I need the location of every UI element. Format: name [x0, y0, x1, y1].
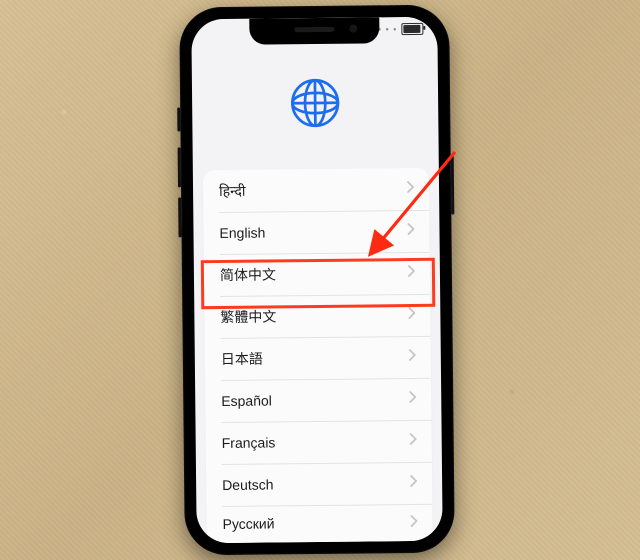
- mute-switch[interactable]: [177, 107, 180, 131]
- language-row-8[interactable]: Русский: [206, 504, 432, 543]
- language-label: हिन्दी: [219, 181, 246, 200]
- chevron-right-icon: [410, 474, 418, 492]
- language-list: हिन्दी English 简体中文繁體中文日本語 Español Français D…: [203, 168, 433, 543]
- language-label: Русский: [222, 515, 274, 532]
- language-label: English: [219, 225, 265, 241]
- language-row-2[interactable]: 简体中文: [204, 252, 430, 296]
- phone-screen: • • • • हिन्दीEnglish简体中文繁體中文日本語EspañolF…: [191, 17, 442, 544]
- language-label: Español: [221, 392, 272, 409]
- language-row-6[interactable]: Français: [205, 420, 431, 464]
- notch: [249, 17, 379, 44]
- canvas-background: • • • • हिन्दीEnglish简体中文繁體中文日本語EspañolF…: [0, 0, 640, 560]
- language-row-7[interactable]: Deutsch: [206, 462, 432, 506]
- language-label: 繁體中文: [220, 306, 276, 327]
- phone-body: • • • • हिन्दीEnglish简体中文繁體中文日本語EspañolF…: [179, 5, 455, 556]
- language-label: 日本語: [221, 349, 263, 369]
- chevron-right-icon: [410, 432, 418, 450]
- language-row-3[interactable]: 繁體中文: [204, 294, 430, 338]
- language-label: Français: [222, 434, 276, 451]
- front-camera: [349, 25, 357, 33]
- volume-down-button[interactable]: [178, 197, 181, 237]
- language-row-0[interactable]: हिन्दी: [203, 168, 429, 212]
- chevron-right-icon: [410, 514, 418, 532]
- language-row-4[interactable]: 日本語: [205, 336, 431, 380]
- language-label: Deutsch: [222, 476, 274, 493]
- globe-icon: [192, 75, 439, 137]
- language-row-5[interactable]: Español: [205, 378, 431, 422]
- chevron-right-icon: [408, 306, 416, 324]
- volume-up-button[interactable]: [178, 147, 181, 187]
- chevron-right-icon: [408, 264, 416, 282]
- side-button[interactable]: [451, 155, 455, 215]
- chevron-right-icon: [407, 180, 415, 198]
- language-label: 简体中文: [220, 264, 276, 285]
- battery-icon: [401, 23, 423, 35]
- speaker-grille: [294, 27, 334, 32]
- chevron-right-icon: [407, 222, 415, 240]
- language-row-1[interactable]: English: [203, 210, 429, 254]
- chevron-right-icon: [409, 348, 417, 366]
- chevron-right-icon: [409, 390, 417, 408]
